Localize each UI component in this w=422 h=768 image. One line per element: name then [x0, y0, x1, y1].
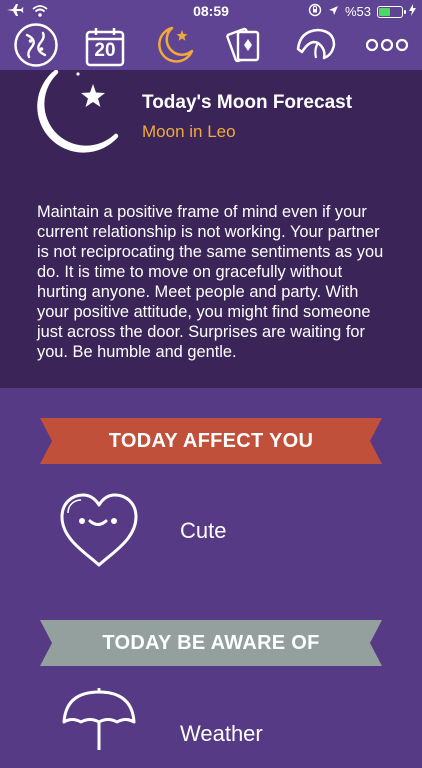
moon-star-icon	[152, 23, 196, 72]
heart-face-icon	[56, 491, 142, 574]
section-header-aware: TODAY BE AWARE OF	[40, 620, 382, 666]
more-icon	[365, 38, 409, 57]
calendar-day: 20	[94, 40, 116, 61]
forecast-title: Today's Moon Forecast	[142, 92, 353, 113]
pisces-icon	[13, 22, 59, 73]
status-bar: 08:59 %53	[0, 0, 422, 22]
status-right: %53	[308, 3, 416, 20]
fortune-cookie-icon	[294, 25, 338, 70]
affect-item-label: Cute	[180, 518, 227, 543]
charging-bolt-icon	[409, 4, 416, 19]
umbrella-icon	[56, 687, 142, 755]
nav-pisces[interactable]	[13, 22, 59, 73]
battery-icon	[377, 5, 406, 18]
nav-fortune-cookie[interactable]	[293, 24, 339, 70]
aware-item: Weather	[56, 687, 376, 768]
affect-item: Cute	[56, 491, 376, 571]
moon-forecast-panel: Today's Moon Forecast Moon in Leo Mainta…	[0, 69, 422, 388]
battery-percent: %53	[344, 4, 371, 19]
forecast-subtitle: Moon in Leo	[142, 122, 236, 141]
nav-calendar[interactable]: 20	[82, 24, 128, 70]
location-arrow-icon	[328, 4, 339, 19]
calendar-icon: 20	[84, 26, 126, 68]
lock-rotation-icon	[308, 3, 322, 20]
battery-level	[379, 7, 390, 16]
moon-star-icon	[22, 69, 122, 167]
forecast-body: Maintain a positive frame of mind even i…	[37, 203, 384, 361]
aware-item-label: Weather	[180, 721, 263, 746]
section-header-affect-label: TODAY AFFECT YOU	[108, 430, 314, 452]
section-header-affect: TODAY AFFECT YOU	[40, 418, 382, 464]
tarot-card-icon	[225, 25, 265, 70]
top-nav-bar: 20	[0, 22, 422, 70]
nav-tarot[interactable]	[222, 24, 268, 70]
nav-moon[interactable]	[151, 24, 197, 70]
nav-more[interactable]	[362, 24, 412, 70]
section-header-aware-label: TODAY BE AWARE OF	[102, 632, 320, 654]
